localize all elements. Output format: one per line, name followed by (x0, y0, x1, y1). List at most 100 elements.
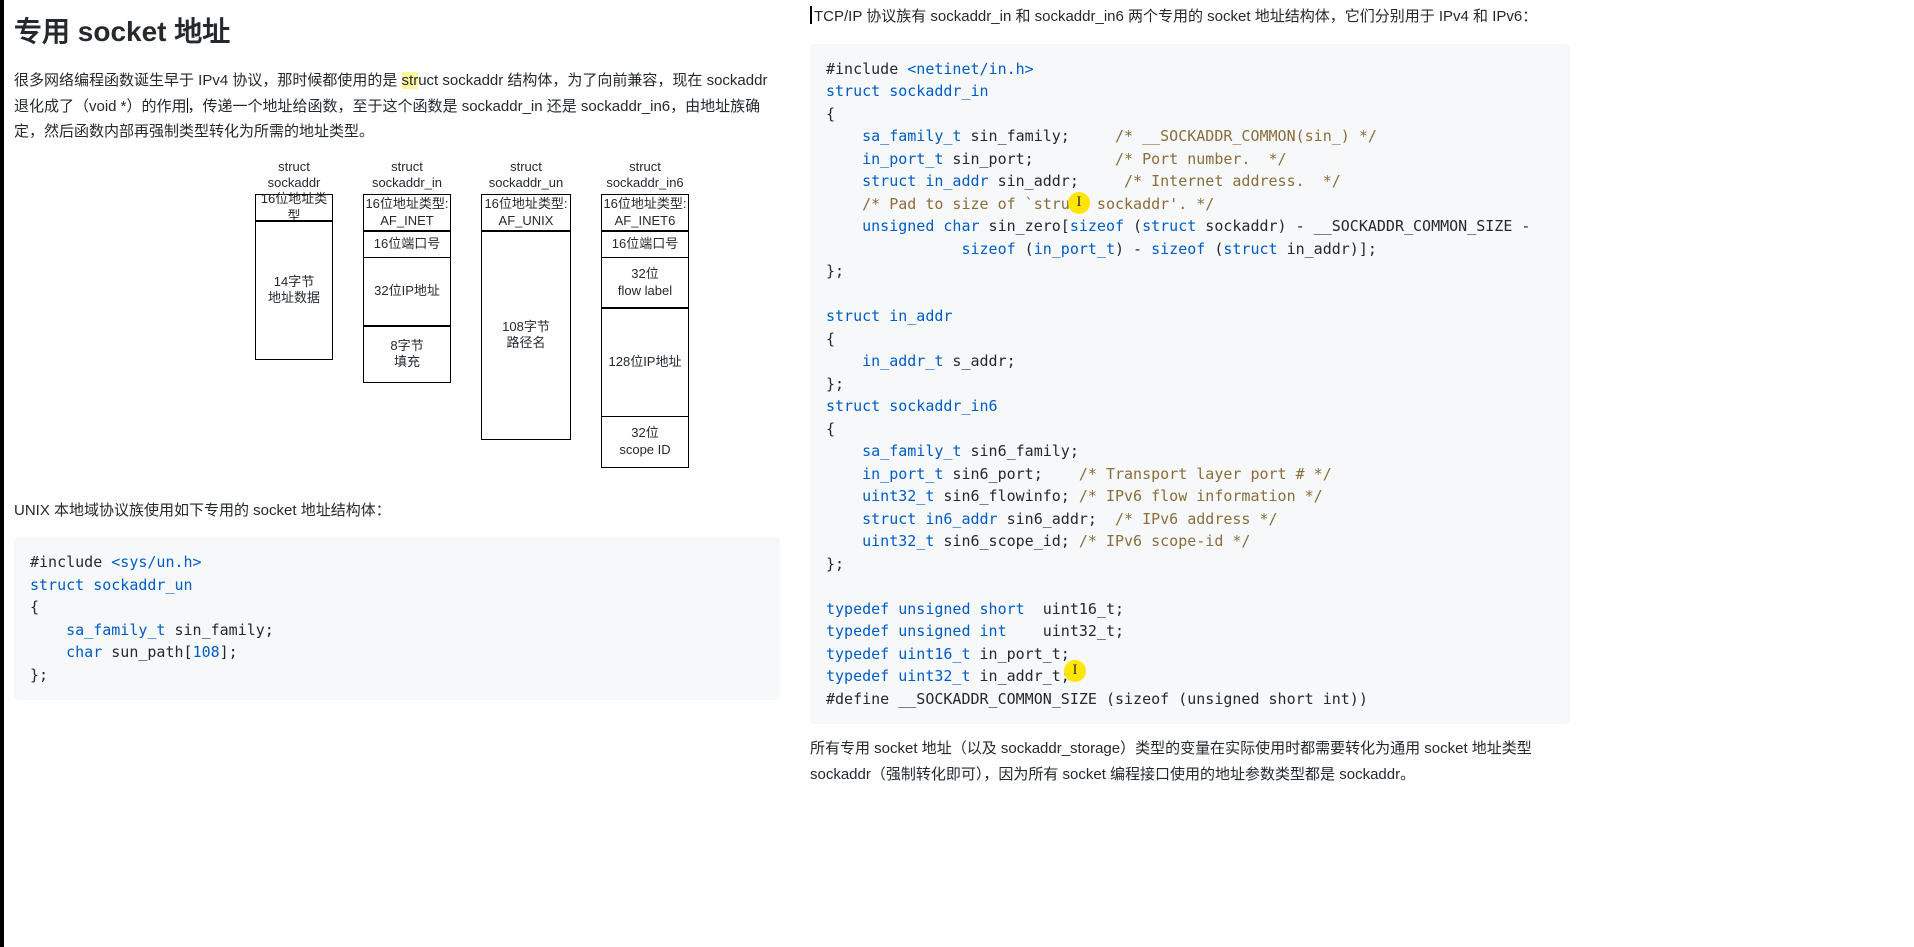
code-text: #define __SOCKADDR_COMMON_SIZE (sizeof (… (826, 690, 1368, 708)
code-text: { (826, 420, 835, 438)
code-text: }; (826, 555, 844, 573)
code-text: sin_port; (943, 150, 1115, 168)
right-intro: TCP/IP 协议族有 sockaddr_in 和 sockaddr_in6 两… (810, 4, 1570, 30)
code-text: ( (1124, 217, 1142, 235)
code-comment: /* Port number. */ (1115, 150, 1287, 168)
code-num: 108 (193, 643, 220, 661)
code-text: in_addr (916, 172, 988, 190)
code-comment: /* Internet address. */ (1124, 172, 1341, 190)
code-text: uint16_t; (1025, 600, 1124, 618)
diagram-cell: 16位端口号 (363, 230, 451, 258)
text-caret (810, 6, 812, 24)
code-comment: /* Transport layer port # */ (1079, 465, 1332, 483)
code-text: sa_family_t (30, 621, 165, 639)
code-kw: struct (1142, 217, 1196, 235)
code-text: sin6_family; (961, 442, 1078, 460)
code-text: #include (826, 60, 907, 78)
code-text: in_addr_t (826, 352, 943, 370)
diagram-cell: 14字节 地址数据 (255, 220, 333, 360)
code-text: }; (826, 375, 844, 393)
code-text: uint32_t (889, 667, 970, 685)
code-kw: typedef (826, 600, 889, 618)
diagram-cell: 32位 flow label (601, 257, 689, 309)
code-comment: /* __SOCKADDR_COMMON(sin_) */ (1115, 127, 1377, 145)
diagram-cell: 128位IP地址 (601, 307, 689, 417)
text: 很多网络编程函数诞生早于 IPv4 协议，那时候都使用的是 (14, 72, 402, 89)
intro-paragraph: 很多网络编程函数诞生早于 IPv4 协议，那时候都使用的是 struct soc… (14, 68, 780, 145)
code-text: s_addr; (943, 352, 1015, 370)
diagram-column-title: struct sockaddr_un (481, 159, 571, 192)
code-text: sin6_scope_id; (934, 532, 1079, 550)
code-text: ( (1016, 240, 1034, 258)
diagram-cell: 32位IP地址 (363, 257, 451, 327)
code-text: sin_zero[ (980, 217, 1070, 235)
page-title: 专用 socket 地址 (14, 10, 780, 50)
code-wrapper: I I #include <netinet/in.h> struct socka… (810, 44, 1570, 725)
code-text: ]; (220, 643, 238, 661)
code-kw: typedef (826, 645, 889, 663)
code-text: sockaddr) - __SOCKADDR_COMMON_SIZE - (1196, 217, 1530, 235)
right-column: TCP/IP 协议族有 sockaddr_in 和 sockaddr_in6 两… (800, 0, 1580, 947)
code-kw: short (971, 600, 1025, 618)
code-kw: unsigned (826, 217, 934, 235)
code-text: uint32_t (826, 487, 934, 505)
code-sockaddr-un: #include <sys/un.h> struct sockaddr_un {… (14, 537, 780, 700)
code-text: }; (826, 262, 844, 280)
code-text: { (30, 598, 39, 616)
diagram-column-title: struct sockaddr_in (363, 159, 451, 192)
code-kw: struct (826, 172, 916, 190)
code-text: sin_family; (961, 127, 1115, 145)
code-kw: typedef (826, 667, 889, 685)
diagram-column: struct sockaddr_in16位地址类型: AF_INET16位端口号… (363, 159, 451, 468)
code-text: in_port_t (826, 150, 943, 168)
right-outro: 所有专用 socket 地址（以及 sockaddr_storage）类型的变量… (810, 736, 1570, 787)
code-kw: struct (30, 576, 84, 594)
diagram-cell: 8字节 填充 (363, 325, 451, 383)
code-sockaddr-in: #include <netinet/in.h> struct sockaddr_… (810, 44, 1570, 725)
code-comment: /* IPv6 scope-id */ (1079, 532, 1251, 550)
code-text: sockaddr_in6 (880, 397, 997, 415)
code-text: sa_family_t (826, 127, 961, 145)
code-kw: typedef (826, 622, 889, 640)
code-text: in_addr)]; (1278, 240, 1377, 258)
code-text: in6_addr (916, 510, 997, 528)
code-kw: sizeof (1151, 240, 1205, 258)
code-kw: sizeof (1070, 217, 1124, 235)
text: TCP/IP 协议族有 sockaddr_in 和 sockaddr_in6 两… (814, 8, 1537, 25)
diagram-cell: 16位端口号 (601, 230, 689, 258)
diagram-cell: 32位 scope ID (601, 416, 689, 468)
code-kw: sizeof (961, 240, 1015, 258)
code-text: #include (30, 553, 111, 571)
unix-subhead: UNIX 本地域协议族使用如下专用的 socket 地址结构体： (14, 498, 780, 524)
diagram-column-title: struct sockaddr (255, 159, 333, 192)
code-comment: /* IPv6 address */ (1115, 510, 1278, 528)
code-comment: /* IPv6 flow information */ (1079, 487, 1323, 505)
code-text: sin6_addr; (998, 510, 1115, 528)
code-text: ) - (1115, 240, 1151, 258)
code-text: in_addr_t; (971, 667, 1070, 685)
code-text: sin6_flowinfo; (934, 487, 1079, 505)
diagram-column: struct sockaddr_in616位地址类型: AF_INET616位端… (601, 159, 689, 468)
code-kw: char (30, 643, 102, 661)
code-text: { (826, 105, 835, 123)
code-text: sin6_port; (943, 465, 1078, 483)
code-text: sa_family_t (826, 442, 961, 460)
code-text: uint16_t (889, 645, 970, 663)
code-kw: struct (1223, 240, 1277, 258)
code-text: sun_path[ (102, 643, 192, 661)
code-kw: struct (826, 82, 880, 100)
diagram-cell: 108字节 路径名 (481, 230, 571, 440)
code-text: sin_family; (165, 621, 273, 639)
code-text: sin_addr; (989, 172, 1124, 190)
code-text: in_port_t (826, 465, 943, 483)
diagram-column-title: struct sockaddr_in6 (601, 159, 689, 192)
code-text: sockaddr_in (880, 82, 988, 100)
diagram-cell: 16位地址类型: AF_UNIX (481, 194, 571, 232)
struct-diagram: struct sockaddr16位地址类型14字节 地址数据struct so… (164, 159, 780, 468)
code-text: ( (1205, 240, 1223, 258)
code-text: uint32_t (826, 532, 934, 550)
code-kw: struct (826, 510, 916, 528)
code-text: uint32_t; (1007, 622, 1124, 640)
code-text: <sys/un.h> (111, 553, 201, 571)
code-text: sockaddr_un (84, 576, 192, 594)
